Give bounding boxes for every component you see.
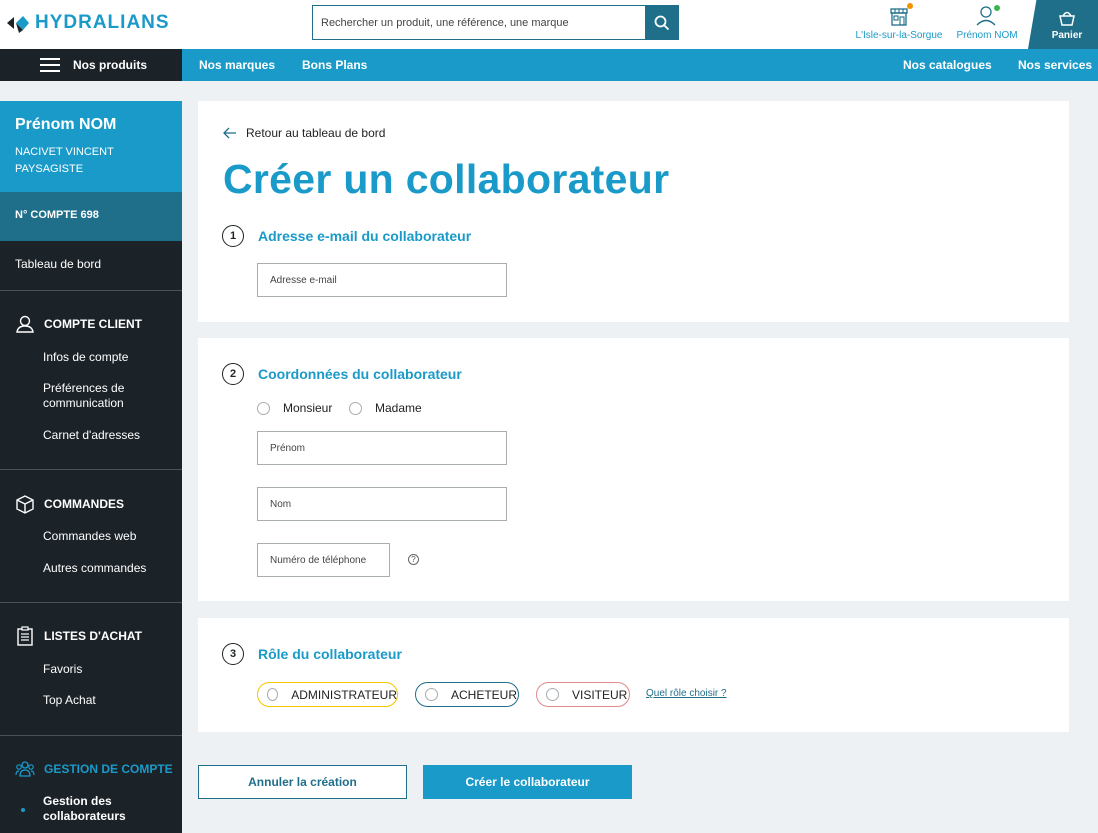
radio-circle xyxy=(267,688,279,701)
user-status-dot xyxy=(994,5,1000,11)
hydralians-logo-icon xyxy=(7,16,29,33)
sidebar-divider xyxy=(0,290,182,291)
radio-circle xyxy=(349,401,362,415)
active-indicator xyxy=(21,808,25,812)
cart-button[interactable]: Panier xyxy=(1028,0,1098,49)
sidebar-section-compte-client: COMPTE CLIENT xyxy=(15,314,142,334)
clipboard-icon xyxy=(17,626,33,646)
step-title: Adresse e-mail du collaborateur xyxy=(258,228,472,244)
radio-circle xyxy=(546,688,559,701)
sidebar-item-preferences[interactable]: Préférences de communication xyxy=(43,381,163,411)
lastname-field[interactable] xyxy=(257,487,507,521)
nav-products-label: Nos produits xyxy=(73,58,147,72)
search-bar xyxy=(312,5,679,40)
sidebar-account-number: N° COMPTE 698 xyxy=(0,192,182,241)
sidebar-section-title: GESTION DE COMPTE xyxy=(44,762,173,776)
radio-circle xyxy=(425,688,438,701)
sidebar-item-infos[interactable]: Infos de compte xyxy=(43,350,128,365)
help-icon[interactable]: ? xyxy=(408,554,419,565)
step-number: 2 xyxy=(222,363,244,385)
radio-label: Monsieur xyxy=(283,401,333,415)
step-number: 3 xyxy=(222,643,244,665)
back-link-label: Retour au tableau de bord xyxy=(246,126,386,140)
sidebar-section-commandes: COMMANDES xyxy=(15,494,124,514)
sidebar-divider xyxy=(0,602,182,603)
step-title: Rôle du collaborateur xyxy=(258,646,402,662)
sidebar-item-top-achat[interactable]: Top Achat xyxy=(43,693,96,708)
email-field[interactable] xyxy=(257,263,507,297)
basket-icon xyxy=(1059,11,1075,26)
sidebar-item-addresses[interactable]: Carnet d'adresses xyxy=(43,428,140,443)
card-role xyxy=(198,618,1069,732)
sidebar-section-title: COMPTE CLIENT xyxy=(44,317,142,331)
cart-label: Panier xyxy=(1051,30,1083,41)
menu-icon xyxy=(40,58,60,72)
role-label: ADMINISTRATEUR xyxy=(291,687,397,702)
role-help-link[interactable]: Quel rôle choisir ? xyxy=(646,688,727,699)
create-button[interactable]: Créer le collaborateur xyxy=(423,765,632,799)
sidebar-item-other-orders[interactable]: Autres commandes xyxy=(43,561,146,576)
radio-label: Madame xyxy=(375,401,422,415)
cancel-button[interactable]: Annuler la création xyxy=(198,765,407,799)
sidebar-user-block: Prénom NOM NACIVET VINCENT PAYSAGISTE xyxy=(0,101,182,192)
step-1-header: 1 Adresse e-mail du collaborateur xyxy=(222,225,471,247)
radio-madame[interactable]: Madame xyxy=(349,401,422,415)
logo[interactable]: HYDRALIANS xyxy=(7,12,170,34)
role-administrateur[interactable]: ADMINISTRATEUR xyxy=(257,682,398,707)
role-label: VISITEUR xyxy=(572,687,628,702)
role-acheteur[interactable]: ACHETEUR xyxy=(415,682,519,707)
sidebar-section-gestion: GESTION DE COMPTE xyxy=(15,759,173,779)
back-link[interactable]: Retour au tableau de bord xyxy=(223,126,385,140)
store-status-dot xyxy=(907,3,913,9)
nav-deals[interactable]: Bons Plans xyxy=(302,49,367,81)
sidebar-divider xyxy=(0,469,182,470)
radio-circle xyxy=(257,401,270,415)
arrow-left-icon xyxy=(223,127,236,139)
team-icon xyxy=(15,761,35,777)
nav-brands[interactable]: Nos marques xyxy=(199,49,275,81)
step-3-header: 3 Rôle du collaborateur xyxy=(222,643,402,665)
header: HYDRALIANS L'Isle-sur-la-Sorgue xyxy=(0,0,1098,49)
sidebar-item-collaborateurs[interactable]: Gestion des collaborateurs xyxy=(43,794,153,824)
store-selector[interactable]: L'Isle-sur-la-Sorgue xyxy=(853,3,945,41)
sidebar-section-title: LISTES D'ACHAT xyxy=(44,629,142,643)
role-label: ACHETEUR xyxy=(451,687,518,702)
sidebar-company-line1: NACIVET VINCENT xyxy=(15,146,114,158)
user-label: Prénom NOM xyxy=(956,30,1018,41)
radio-monsieur[interactable]: Monsieur xyxy=(257,401,332,415)
step-title: Coordonnées du collaborateur xyxy=(258,366,462,382)
phone-field[interactable] xyxy=(257,543,390,577)
box-icon xyxy=(16,495,34,514)
sidebar-item-web-orders[interactable]: Commandes web xyxy=(43,529,136,544)
sidebar-item-favoris[interactable]: Favoris xyxy=(43,662,82,677)
search-button[interactable] xyxy=(645,6,678,39)
main-nav: Nos produits Nos marques Bons Plans Nos … xyxy=(0,49,1098,81)
nav-catalogues[interactable]: Nos catalogues xyxy=(903,49,992,81)
sidebar-divider xyxy=(0,735,182,736)
nav-products[interactable]: Nos produits xyxy=(0,49,182,81)
brand-name: HYDRALIANS xyxy=(35,12,170,33)
sidebar-user-name: Prénom NOM xyxy=(15,116,117,133)
step-number: 1 xyxy=(222,225,244,247)
user-icon xyxy=(16,315,34,333)
step-2-header: 2 Coordonnées du collaborateur xyxy=(222,363,462,385)
sidebar-company-line2: PAYSAGISTE xyxy=(15,163,84,175)
user-account[interactable]: Prénom NOM xyxy=(952,3,1022,41)
search-icon xyxy=(654,15,669,30)
search-input[interactable] xyxy=(313,6,645,39)
sidebar-section-listes: LISTES D'ACHAT xyxy=(15,626,142,646)
nav-services[interactable]: Nos services xyxy=(1018,49,1092,81)
page-title: Créer un collaborateur xyxy=(223,156,670,202)
account-sidebar: Prénom NOM NACIVET VINCENT PAYSAGISTE N°… xyxy=(0,101,182,833)
store-label: L'Isle-sur-la-Sorgue xyxy=(855,30,943,41)
sidebar-item-dashboard[interactable]: Tableau de bord xyxy=(15,257,101,271)
firstname-field[interactable] xyxy=(257,431,507,465)
role-visiteur[interactable]: VISITEUR xyxy=(536,682,630,707)
sidebar-section-title: COMMANDES xyxy=(44,497,124,511)
